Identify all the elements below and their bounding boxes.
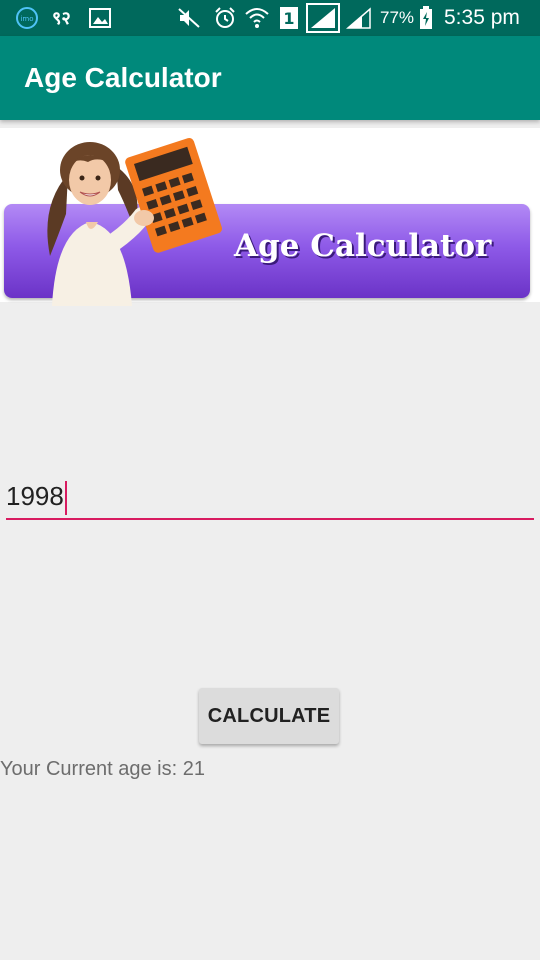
app-bar: Age Calculator (0, 36, 540, 120)
imo-icon: imo (14, 6, 40, 30)
battery-icon (418, 6, 434, 30)
sim-icon: 1 (278, 6, 300, 30)
svg-text:1: 1 (283, 9, 294, 28)
calculate-button[interactable]: CALCULATE (199, 688, 339, 744)
mute-icon (176, 6, 202, 30)
signal-icon-2 (346, 6, 372, 30)
wifi-icon (244, 6, 270, 30)
notification-counter: ९२ (52, 8, 71, 28)
birth-year-value: 1998 (6, 474, 67, 518)
svg-text:imo: imo (20, 15, 33, 23)
alarm-icon (212, 6, 238, 30)
signal-icon (306, 3, 340, 33)
text-cursor (64, 481, 67, 516)
clock: 5:35 pm (444, 6, 520, 29)
gallery-icon (88, 6, 112, 30)
battery-percent: 77% (380, 8, 415, 27)
birth-year-text: 1998 (6, 481, 64, 511)
banner-title: Age Calculator (234, 228, 492, 264)
girl-with-calculator-illustration (47, 137, 222, 306)
age-result-text: Your Current age is: 21 (0, 758, 205, 780)
page-title: Age Calculator (24, 62, 222, 93)
birth-year-input[interactable]: 1998 (6, 474, 534, 520)
banner-image: Age Calculator (0, 128, 540, 306)
status-bar: imo ९२ 1 77% 5:35 pm (0, 0, 540, 36)
